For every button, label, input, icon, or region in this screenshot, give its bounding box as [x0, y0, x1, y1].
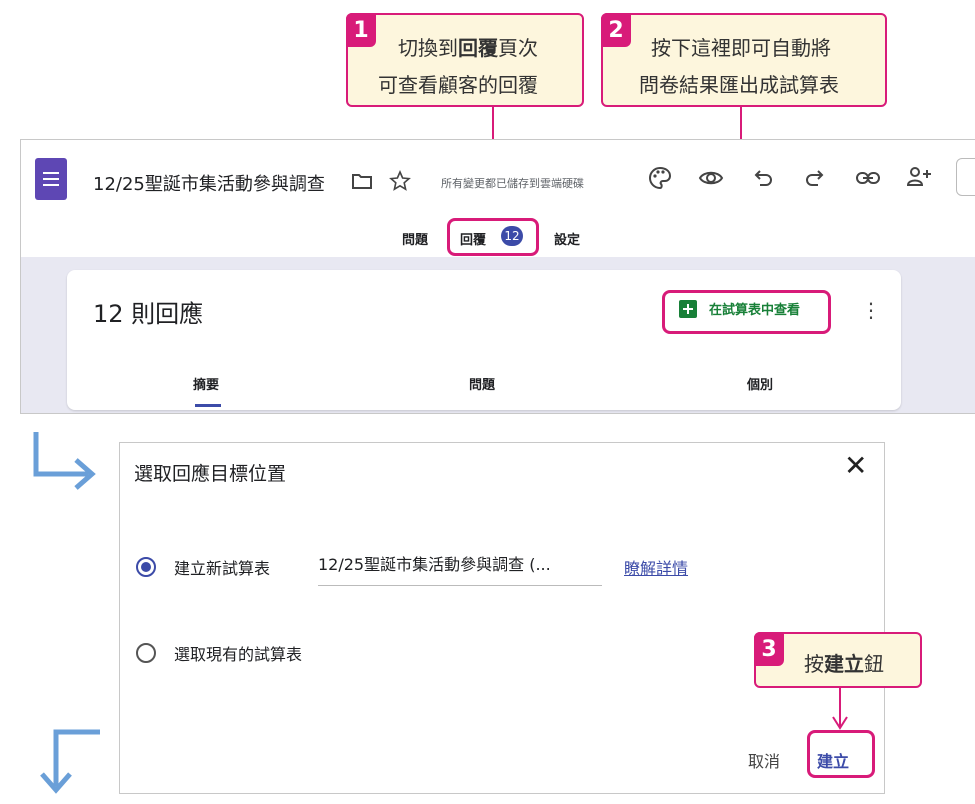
radio-existing-sheet[interactable] [136, 643, 156, 663]
star-icon[interactable] [389, 170, 411, 192]
option-new-sheet-label: 建立新試算表 [174, 559, 271, 578]
callout-line-1: 按建立鈕 [804, 652, 884, 676]
add-person-icon[interactable] [905, 165, 933, 189]
responses-title: 12 則回應 [93, 300, 204, 328]
eye-icon[interactable] [698, 167, 724, 189]
new-sheet-name-input[interactable]: 12/25聖誕市集活動參與調查 (... [318, 555, 602, 586]
undo-icon[interactable] [751, 167, 775, 189]
more-vert-icon[interactable]: ⋮ [861, 298, 881, 322]
highlight-create-button [807, 730, 875, 778]
send-button-edge[interactable] [956, 158, 975, 196]
palette-icon[interactable] [647, 165, 673, 191]
highlight-responses-tab [447, 218, 539, 256]
forms-logo-icon [35, 158, 67, 200]
flow-arrows [33, 432, 100, 794]
callout-step-3: 3 按建立鈕 [754, 632, 922, 688]
callout-connector-3 [832, 688, 848, 730]
highlight-sheets-button [662, 290, 831, 334]
form-title[interactable]: 12/25聖誕市集活動參與調查 [93, 170, 325, 196]
close-icon[interactable]: ✕ [844, 449, 867, 482]
destination-dialog: 選取回應目標位置 ✕ 建立新試算表 12/25聖誕市集活動參與調查 (... 瞭… [119, 442, 885, 794]
tab-questions[interactable]: 問題 [402, 229, 428, 248]
cancel-button[interactable]: 取消 [748, 748, 780, 772]
tab-settings[interactable]: 設定 [554, 229, 580, 248]
redo-icon[interactable] [803, 167, 827, 189]
step-number: 3 [754, 632, 784, 666]
option-existing-sheet-label: 選取現有的試算表 [174, 645, 303, 664]
subtab-summary[interactable]: 摘要 [193, 374, 219, 393]
radio-new-sheet[interactable] [136, 557, 156, 577]
save-status: 所有變更都已儲存到雲端硬碟 [441, 177, 584, 190]
folder-icon[interactable] [351, 172, 373, 190]
learn-more-link[interactable]: 瞭解詳情 [624, 555, 688, 579]
link-icon[interactable] [855, 169, 881, 187]
active-subtab-indicator [195, 404, 221, 407]
subtab-individual[interactable]: 個別 [747, 374, 773, 393]
dialog-title: 選取回應目標位置 [134, 463, 287, 485]
subtab-question[interactable]: 問題 [469, 374, 495, 393]
forms-window: 12/25聖誕市集活動參與調查 所有變更都已儲存到雲端硬碟 問題 回覆 12 設… [20, 139, 975, 414]
